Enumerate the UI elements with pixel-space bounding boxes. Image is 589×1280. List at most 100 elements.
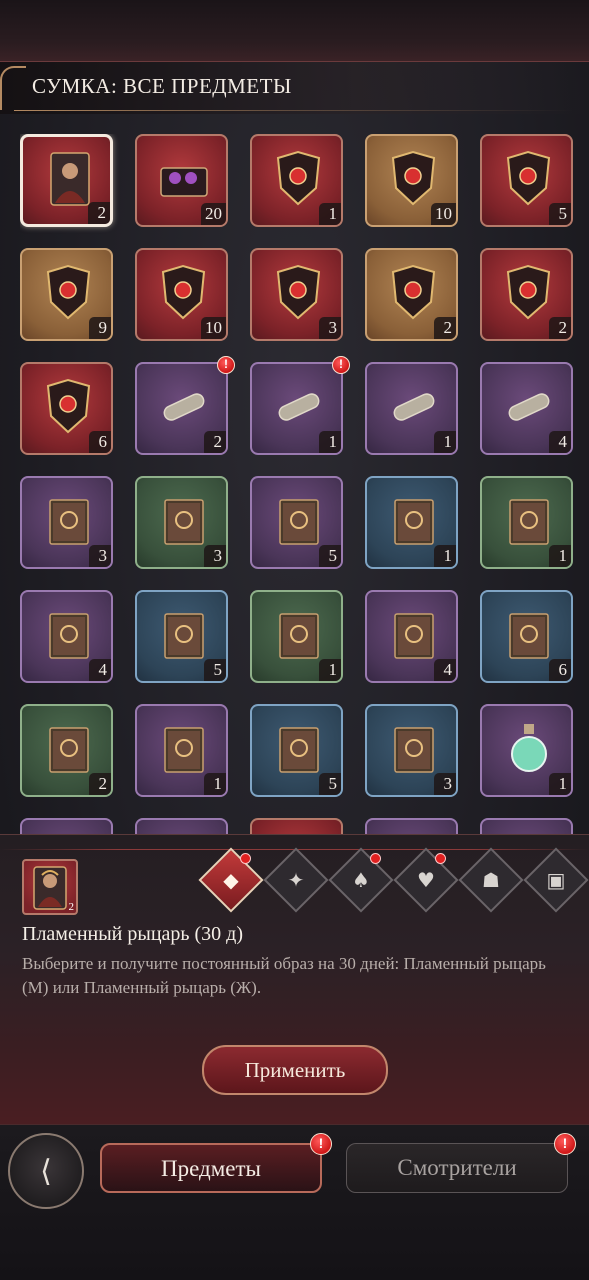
category-tab[interactable]: ♥ xyxy=(393,847,459,913)
inventory-item-slot[interactable] xyxy=(135,818,228,834)
inventory-item-slot[interactable]: 4 xyxy=(20,590,113,683)
item-detail-panel: 2 ◆ ✦ ♠ ♥ ☗ ▣ Пламенный рыцарь (30 д) Выберит… xyxy=(0,834,589,1124)
inventory-item-slot[interactable]: 1 xyxy=(365,476,458,569)
inventory-item-slot[interactable]: 4 xyxy=(480,362,573,455)
inventory-item-slot[interactable]: 6 xyxy=(480,590,573,683)
inventory-item-slot[interactable]: 1 xyxy=(480,476,573,569)
item-count: 2 xyxy=(204,431,226,453)
inventory-item-slot[interactable]: 5 xyxy=(250,704,343,797)
tab-items[interactable]: Предметы xyxy=(100,1143,322,1193)
mask-icon: ♠ xyxy=(352,868,370,892)
inventory-item-slot[interactable]: 3 xyxy=(365,704,458,797)
inventory-item-slot[interactable]: 5 xyxy=(135,590,228,683)
eye-book-blue-icon xyxy=(270,718,327,778)
all-items-icon: ◆ xyxy=(223,868,239,892)
fist-red-book-icon xyxy=(500,490,557,550)
gem-chest-icon xyxy=(155,148,212,208)
inventory-item-slot[interactable]: 2 xyxy=(20,134,113,227)
inventory-item-slot[interactable]: 5 xyxy=(480,134,573,227)
item-count: 4 xyxy=(89,659,111,681)
inventory-item-slot[interactable]: 1 xyxy=(250,134,343,227)
bat-icon: ✦ xyxy=(287,868,305,892)
v-crest-icon xyxy=(40,262,97,322)
inventory-item-slot[interactable]: 1 xyxy=(365,362,458,455)
item-count: 2 xyxy=(549,317,571,339)
item-count: 3 xyxy=(434,773,456,795)
item-count: 5 xyxy=(319,545,341,567)
eye-book-icon xyxy=(385,718,442,778)
category-tab-badge xyxy=(435,853,446,864)
inventory-item-slot[interactable]: 1 xyxy=(135,704,228,797)
header-divider xyxy=(14,110,574,111)
mystery-book-icon xyxy=(155,490,212,550)
fist-book-icon xyxy=(385,490,442,550)
inventory-item-slot[interactable]: 1 xyxy=(250,362,343,455)
lotus-book-icon xyxy=(500,604,557,664)
category-tab[interactable]: ☗ xyxy=(458,847,524,913)
inventory-item-slot[interactable]: 5 xyxy=(250,476,343,569)
ornate-arrow-icon: ⟨ xyxy=(40,1153,52,1189)
tab-keepers[interactable]: Смотрители xyxy=(346,1143,568,1193)
inventory-item-slot[interactable]: 1 xyxy=(480,704,573,797)
tower-emblem-icon xyxy=(500,262,557,322)
item-count: 5 xyxy=(319,773,341,795)
category-tab-badge xyxy=(370,853,381,864)
inventory-item-slot[interactable]: 6 xyxy=(20,362,113,455)
inventory-item-slot[interactable]: 4 xyxy=(365,590,458,683)
item-count: 4 xyxy=(434,659,456,681)
tent-emblem-icon xyxy=(270,262,327,322)
inventory-item-slot[interactable]: 9 xyxy=(20,248,113,341)
blue-scroll-icon xyxy=(385,376,442,436)
item-count: 2 xyxy=(89,773,111,795)
item-count: 6 xyxy=(549,659,571,681)
item-count: 1 xyxy=(319,431,341,453)
inventory-item-slot[interactable]: 2 xyxy=(135,362,228,455)
item-name: Пламенный рыцарь (30 д) xyxy=(22,923,244,945)
w-crest-icon xyxy=(500,148,557,208)
item-count: 3 xyxy=(89,545,111,567)
apply-button[interactable]: Применить xyxy=(202,1045,388,1095)
crest-badge-icon xyxy=(385,148,442,208)
category-tab[interactable]: ◆ xyxy=(198,847,264,913)
item-count: 2 xyxy=(88,202,110,224)
crown-book-icon xyxy=(270,604,327,664)
item-count: 10 xyxy=(201,317,226,339)
lotus-book-stack-icon xyxy=(385,604,442,664)
inventory-item-slot[interactable]: 2 xyxy=(480,248,573,341)
back-menu-button[interactable]: ⟨ xyxy=(8,1133,84,1209)
item-count: 1 xyxy=(319,659,341,681)
inventory-item-slot[interactable] xyxy=(480,818,573,834)
item-count: 2 xyxy=(434,317,456,339)
inventory-item-slot[interactable]: 3 xyxy=(20,476,113,569)
inventory-item-slot[interactable]: 1 xyxy=(250,590,343,683)
inventory-item-slot[interactable]: 2 xyxy=(365,248,458,341)
category-tab[interactable]: ▣ xyxy=(523,847,589,913)
item-count: 1 xyxy=(549,545,571,567)
inventory-item-slot[interactable]: 20 xyxy=(135,134,228,227)
thumbnail-count: 2 xyxy=(68,901,75,913)
category-tab[interactable]: ✦ xyxy=(263,847,329,913)
inventory-item-slot[interactable]: 10 xyxy=(365,134,458,227)
inventory-item-slot[interactable]: 3 xyxy=(135,476,228,569)
mystery-book-stack-icon xyxy=(40,490,97,550)
inventory-item-slot[interactable]: 3 xyxy=(250,248,343,341)
crown-book-blue-icon xyxy=(155,604,212,664)
item-count: 3 xyxy=(204,545,226,567)
sapphire-crest-icon xyxy=(155,262,212,322)
inventory-item-slot[interactable]: 2 xyxy=(20,704,113,797)
inventory-item-slot[interactable] xyxy=(20,818,113,834)
fist-book-stack-icon xyxy=(270,490,327,550)
inventory-item-slot[interactable] xyxy=(250,818,343,834)
item-grid: 2 20 1 10 5 9 10 3 2 2 6 2! 1! 1 4 3 3 5 1 1 4 5 1 4 6 2 1 5 3 1 xyxy=(20,134,576,834)
category-tab[interactable]: ♠ xyxy=(328,847,394,913)
item-count: 20 xyxy=(201,203,226,225)
inventory-item-slot[interactable] xyxy=(365,818,458,834)
category-tab-badge xyxy=(240,853,251,864)
inventory-item-slot[interactable]: 10 xyxy=(135,248,228,341)
item-count: 5 xyxy=(204,659,226,681)
potion-flask-icon xyxy=(500,718,557,778)
item-count: 1 xyxy=(204,773,226,795)
ruby-crest-icon xyxy=(270,148,327,208)
cat-icon: ☗ xyxy=(482,868,500,892)
mystery-scroll-icon xyxy=(155,376,212,436)
